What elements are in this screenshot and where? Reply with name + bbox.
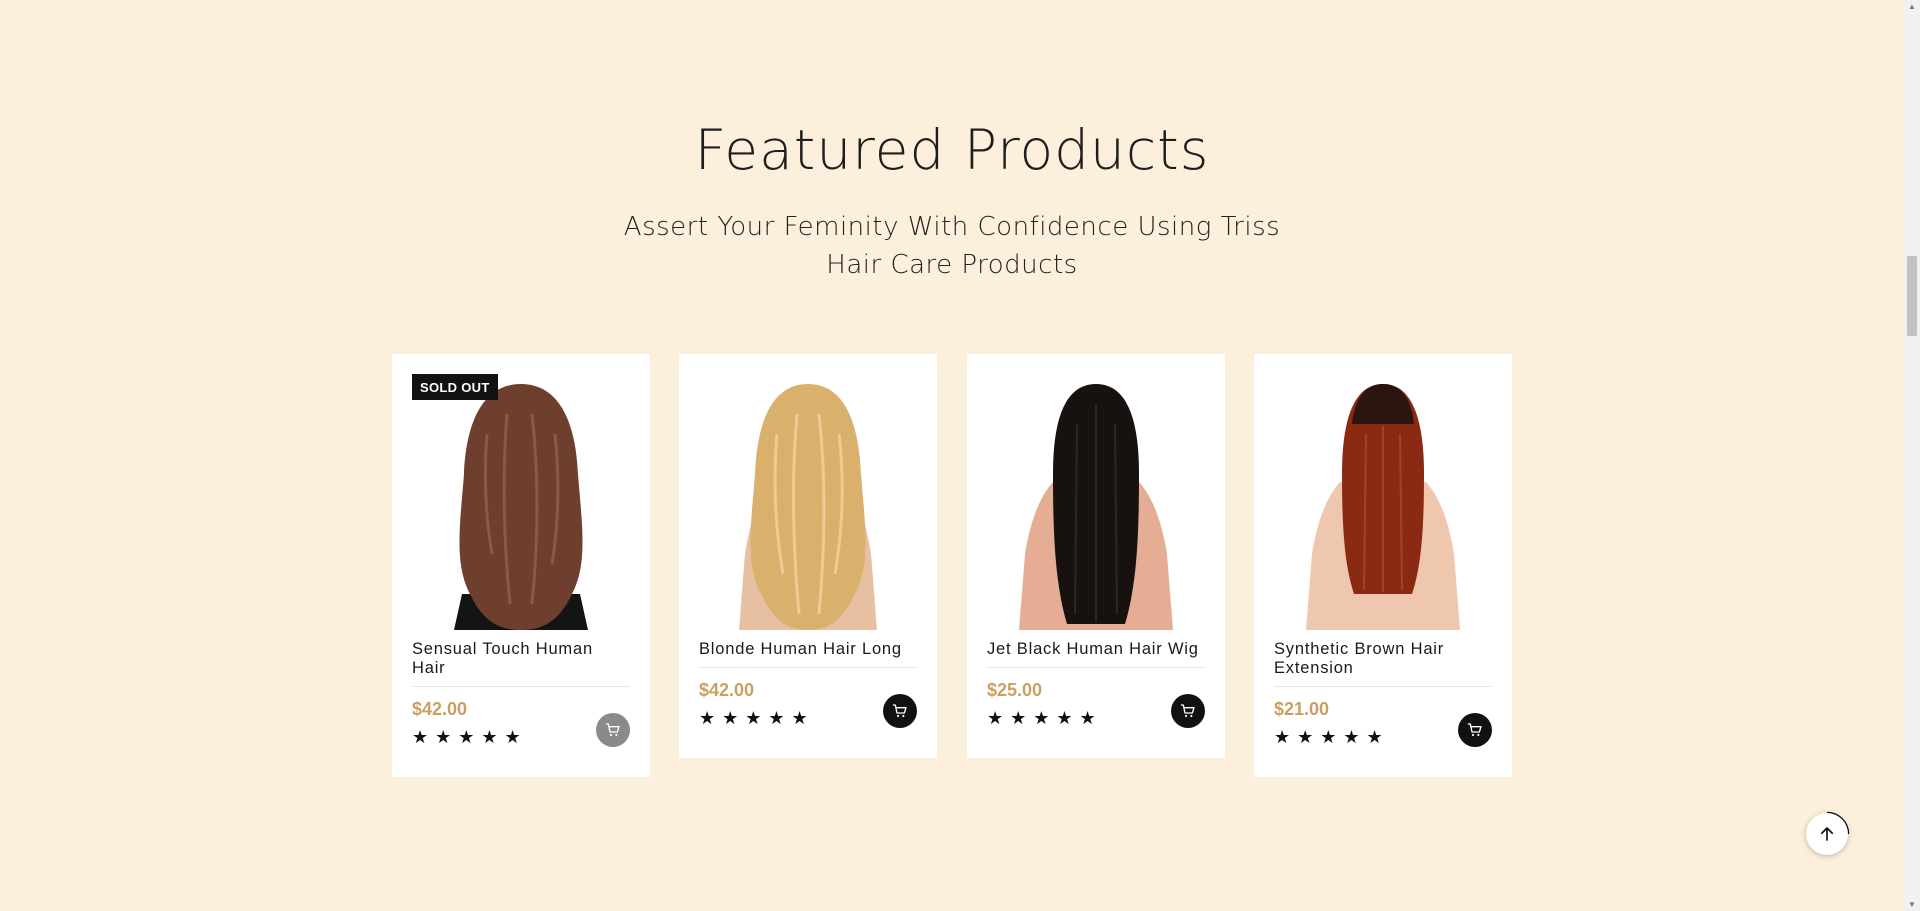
arrow-up-icon xyxy=(1820,827,1834,841)
scroll-up-arrow-icon[interactable]: ▲ xyxy=(1908,2,1916,11)
product-price: $42.00 xyxy=(412,699,468,719)
product-name[interactable]: Blonde Human Hair Long xyxy=(699,640,917,668)
product-price: $42.00 xyxy=(699,680,755,700)
product-price: $25.00 xyxy=(987,680,1043,700)
cart-icon xyxy=(605,723,620,737)
product-image[interactable]: SOLD OUT xyxy=(392,354,650,630)
add-to-cart-button[interactable] xyxy=(1458,713,1492,747)
hair-photo xyxy=(739,384,877,630)
scroll-down-arrow-icon[interactable]: ▼ xyxy=(1908,900,1916,909)
back-to-top-button[interactable] xyxy=(1806,813,1848,855)
product-card[interactable]: Blonde Human Hair Long $42.00 ★★★★★ xyxy=(679,354,937,758)
page-scrollbar[interactable]: ▲ ▼ xyxy=(1904,0,1920,911)
hair-photo xyxy=(1019,384,1173,630)
scrollbar-thumb[interactable] xyxy=(1907,256,1917,336)
hair-photo xyxy=(1306,384,1460,630)
product-card[interactable]: SOLD OUT Sensual Touch Human Hair $42.00… xyxy=(392,354,650,777)
product-image[interactable] xyxy=(967,354,1225,630)
product-name[interactable]: Sensual Touch Human Hair xyxy=(412,640,630,687)
section-title: Featured Products xyxy=(694,118,1210,182)
product-name[interactable]: Jet Black Human Hair Wig xyxy=(987,640,1205,668)
cart-icon xyxy=(892,704,907,718)
product-image[interactable] xyxy=(679,354,937,630)
cart-icon xyxy=(1467,723,1482,737)
add-to-cart-button[interactable] xyxy=(1171,694,1205,728)
add-to-cart-button[interactable] xyxy=(883,694,917,728)
product-card[interactable]: Jet Black Human Hair Wig $25.00 ★★★★★ xyxy=(967,354,1225,758)
product-card[interactable]: Synthetic Brown Hair Extension $21.00 ★★… xyxy=(1254,354,1512,777)
product-name[interactable]: Synthetic Brown Hair Extension xyxy=(1274,640,1492,687)
section-subtitle: Assert Your Feminity With Confidence Usi… xyxy=(623,212,1281,280)
product-image[interactable] xyxy=(1254,354,1512,630)
sold-out-badge: SOLD OUT xyxy=(412,374,498,400)
add-to-cart-button[interactable] xyxy=(596,713,630,747)
cart-icon xyxy=(1180,704,1195,718)
product-price: $21.00 xyxy=(1274,699,1330,719)
